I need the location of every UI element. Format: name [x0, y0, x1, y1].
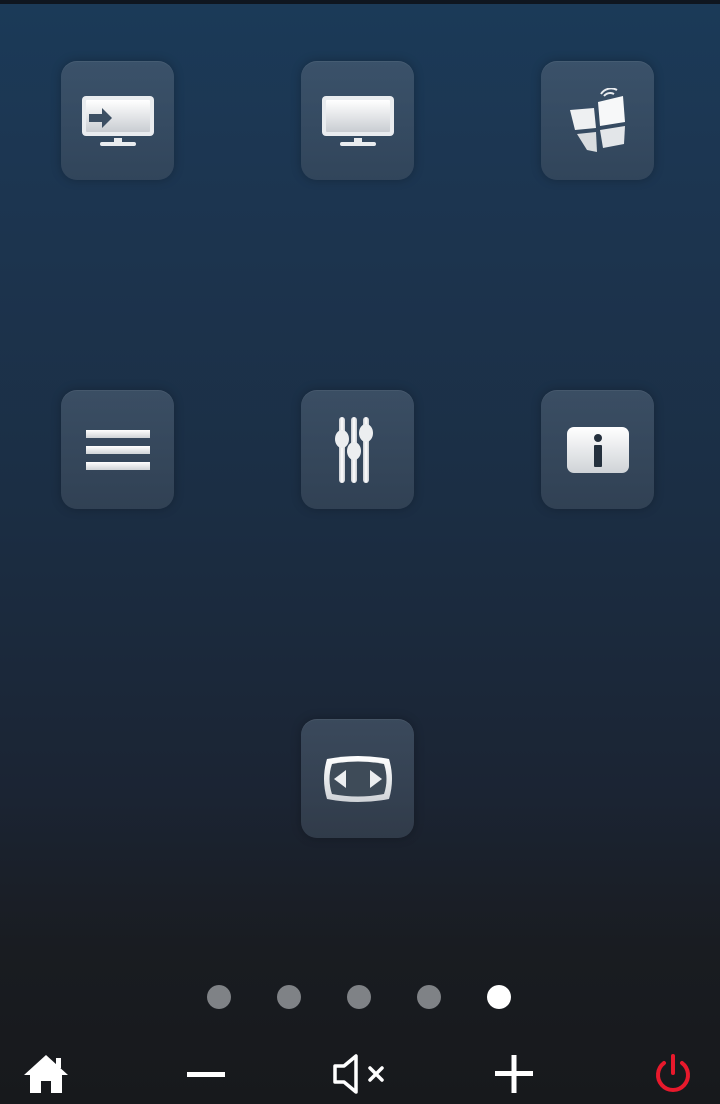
mute-icon [333, 1054, 384, 1094]
page-dot-5-active[interactable] [487, 985, 511, 1009]
aspect-ratio-icon [323, 755, 392, 802]
mute-button[interactable] [325, 1044, 395, 1104]
menu-icon [85, 429, 150, 470]
page-dot-1[interactable] [207, 985, 231, 1009]
page-dot-4[interactable] [417, 985, 441, 1009]
settings-button[interactable] [301, 390, 414, 509]
page-indicator [0, 985, 720, 1011]
info-button[interactable] [541, 390, 654, 509]
tv-input-icon [81, 95, 154, 146]
volume-up-icon [495, 1055, 533, 1093]
smart-hub-button[interactable] [541, 61, 654, 180]
equalizer-icon [334, 416, 373, 483]
tv-icon [321, 95, 394, 146]
home-button[interactable] [11, 1044, 81, 1104]
top-edge [0, 0, 720, 4]
input-source-button[interactable] [61, 61, 174, 180]
home-icon [24, 1055, 68, 1093]
tv-button[interactable] [301, 61, 414, 180]
bottom-control-bar [0, 1040, 720, 1104]
page-dot-3[interactable] [347, 985, 371, 1009]
volume-down-icon [187, 1072, 225, 1077]
volume-up-button[interactable] [479, 1044, 549, 1104]
page-dot-2[interactable] [277, 985, 301, 1009]
volume-down-button[interactable] [171, 1044, 241, 1104]
power-button[interactable] [638, 1044, 708, 1104]
info-icon [566, 426, 629, 473]
aspect-ratio-button[interactable] [301, 719, 414, 838]
menu-button[interactable] [61, 390, 174, 509]
power-icon [656, 1054, 690, 1092]
smart-hub-icon [569, 87, 625, 152]
